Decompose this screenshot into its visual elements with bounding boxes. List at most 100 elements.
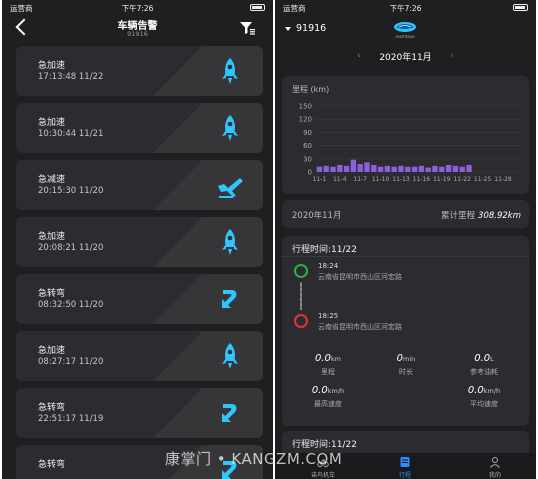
summary-month: 2020年11月 [292,211,342,221]
bar [459,166,465,172]
bar [418,165,425,172]
trip-start-address: 云南省昆明市西山区河宏路 [318,273,402,281]
current-month: 2020年11月 [379,53,432,63]
alert-card[interactable]: 急转弯 22:51:17 11/19 [16,388,263,438]
total-mileage-value: 308.92km [478,211,521,221]
card-decoration [153,274,263,324]
tab-label: 诺鸟机车 [310,472,335,479]
stat-value: 0.0 [314,353,331,364]
sharp-turn-icon [222,404,237,422]
user-icon [490,457,500,468]
trip-card[interactable]: 行程时间:11/22 18:24 云南省昆明市西山区河宏路 18:25 云南省昆… [282,236,529,426]
x-tick-label: 11-16 [413,176,431,183]
stat-label: 参考油耗 [470,368,498,376]
end-point-icon [294,314,308,328]
plane-landing-icon [218,178,243,198]
mileage-chart-card: 0 30 60 90 120 150 11-1 11-4 11-7 11-10 11-13 11-16… [282,76,529,194]
alert-timestamp: 08:27:17 11/20 [38,357,104,367]
card-decoration [153,217,263,267]
x-tick-label: 11-1 [313,176,327,183]
vehicle-selector[interactable]: 91916 [285,23,326,34]
y-tick-label: 0 [308,169,312,177]
status-bar: 运营商 下午7:26 [2,0,273,14]
status-bar: 运营商 下午7:26 [275,0,536,14]
bar [350,159,357,172]
watermark: 康掌门 • KANGZM.COM [165,450,343,468]
tab-label: 我的 [488,472,501,479]
bar [439,166,445,172]
trip-title: 行程时间:11/22 [292,245,357,255]
alert-type: 急加速 [38,346,66,356]
filter-icon[interactable] [239,20,255,36]
bar [452,165,459,172]
bar [391,166,397,172]
alerts-screen: 运营商 下午7:26 车辆告警 91916 急加速 17:13:48 11/22 急… [2,0,273,479]
tab-profile[interactable]: 我的 [465,456,525,479]
battery-icon [250,4,265,11]
stat-duration: 0min 时长 [366,346,446,377]
y-tick-label: 30 [303,155,312,163]
next-month-button[interactable]: › [450,51,454,61]
alert-card[interactable]: 急加速 17:13:48 11/22 [16,46,263,96]
bar [337,164,343,172]
alert-timestamp: 10:30:44 11/21 [38,129,104,139]
alert-type: 急转弯 [38,403,66,413]
bar [411,166,418,172]
start-point-icon [294,264,308,278]
alert-type: 急转弯 [38,460,66,470]
logo-text: roomtaxo [395,34,415,39]
alert-card[interactable]: 急加速 08:27:17 11/20 [16,331,263,381]
stat-label: 最高速度 [314,400,342,408]
alert-timestamp: 22:51:17 11/19 [38,414,104,424]
y-tick-label: 120 [299,116,312,124]
stat-value: 0.0 [311,385,328,396]
bar [357,164,363,172]
alert-card[interactable]: 急加速 10:30:44 11/21 [16,103,263,153]
alert-card[interactable]: 急减速 20:15:30 11/20 [16,160,263,210]
month-summary-card: 2020年11月 累计里程 308.92km [282,200,529,228]
x-tick-label: 11-25 [474,176,492,183]
y-tick-label: 90 [303,129,312,137]
bar [405,166,411,172]
rocket-icon [222,58,238,84]
vehicle-plate: 91916 [296,23,327,34]
y-tick-label: 60 [303,142,312,150]
alert-type: 急减速 [38,175,66,185]
prev-month-button[interactable]: ‹ [357,51,361,61]
alert-type: 急加速 [38,61,66,71]
bar [316,166,323,172]
trip-end-time: 18:25 [318,312,339,320]
alert-timestamp: 20:08:21 11/20 [38,243,104,253]
nav-header: 车辆告警 91916 [2,14,273,44]
bar [432,165,438,172]
stat-unit: L [490,355,494,363]
nav-header: 91916 roomtaxo [275,14,536,44]
stat-distance: 0.0km 里程 [288,346,368,377]
rocket-icon [222,115,238,141]
stat-avg-speed: 0.0km/h 平均速度 [444,378,524,409]
stat-label: 里程 [321,368,335,376]
stat-label: 时长 [399,368,413,376]
stat-unit: km [330,355,341,363]
x-tick-label: 11-10 [372,176,390,183]
bar [425,167,431,172]
alert-card[interactable]: 急转弯 08:32:50 11/20 [16,274,263,324]
total-mileage: 累计里程 308.92km [441,209,521,221]
stat-unit: km/h [483,387,501,395]
clock: 下午7:26 [121,4,154,13]
stat-value: 0.0 [467,385,484,396]
trip-start-time: 18:24 [318,262,339,270]
trip-end-address: 云南省昆明市西山区河宏路 [318,323,402,331]
total-mileage-label: 累计里程 [441,211,476,221]
bar [323,165,329,172]
alert-card[interactable]: 急加速 20:08:21 11/20 [16,217,263,267]
x-tick-label: 11-19 [433,176,451,183]
rocket-icon [222,229,238,255]
caret-down-icon [285,26,291,31]
brand-logo: roomtaxo [394,22,416,39]
tab-trip[interactable]: 行程 [375,456,435,479]
card-decoration [153,160,263,210]
clock: 下午7:26 [389,4,422,13]
bar [343,165,350,172]
chart-ylabel: 里程 (km) [292,85,330,94]
